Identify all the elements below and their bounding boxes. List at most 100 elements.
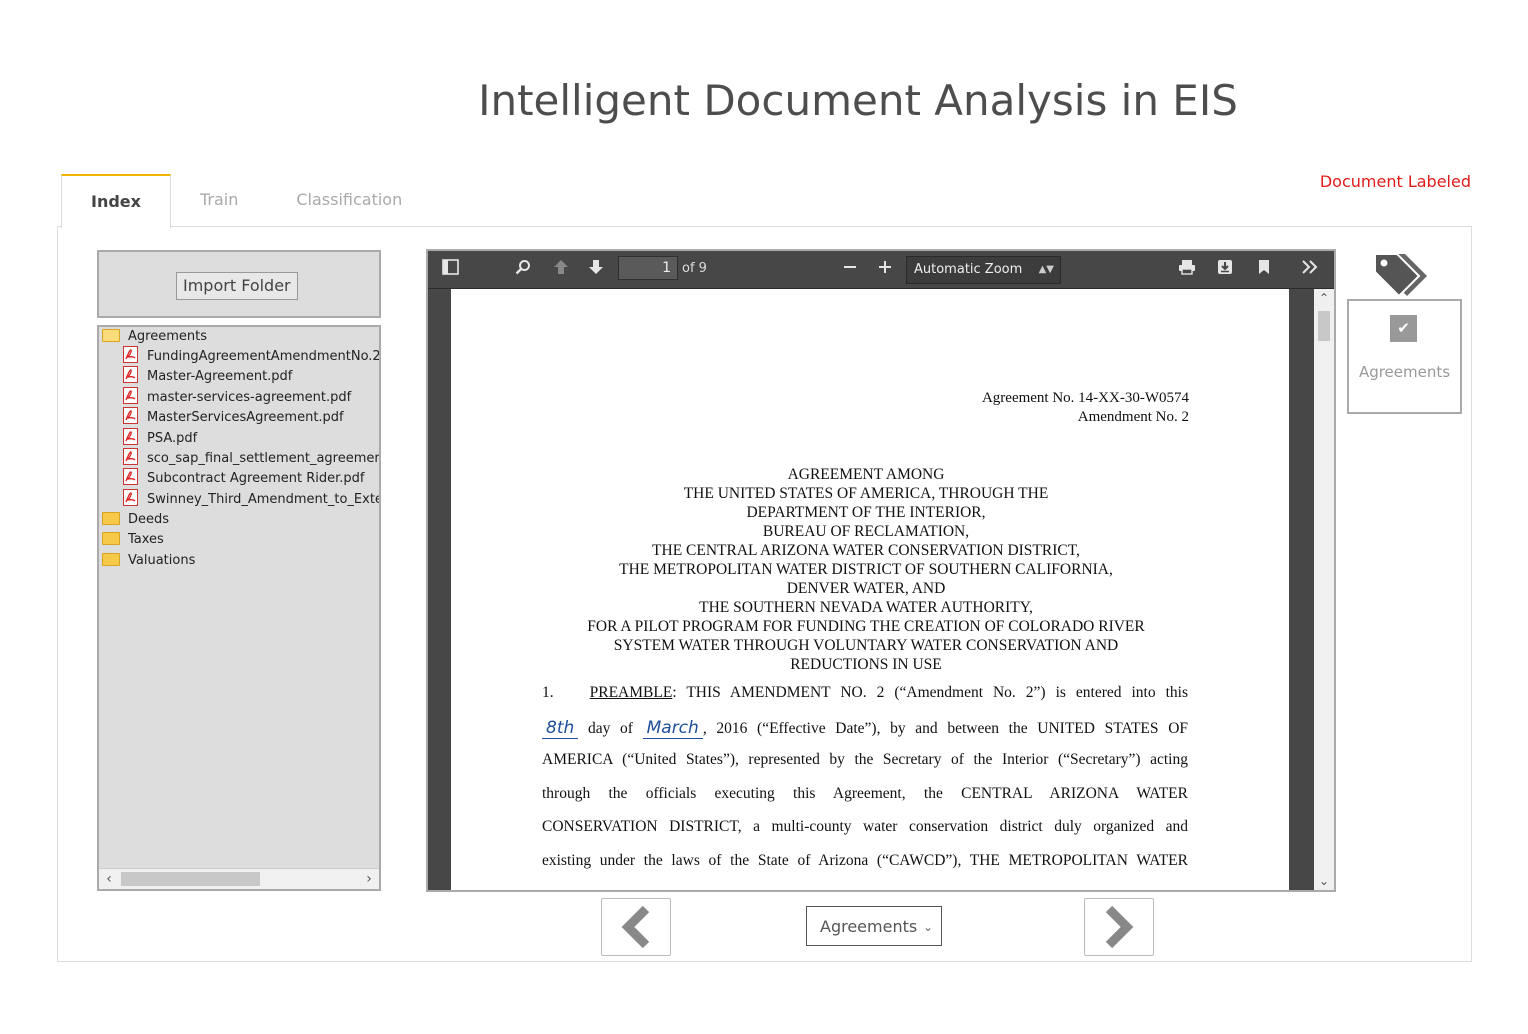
tree-file[interactable]: master-services-agreement.pdf: [123, 387, 352, 408]
folder-tree[interactable]: Agreements FundingAgreementAmendmentNo.2…: [97, 325, 381, 891]
folder-icon: [102, 512, 120, 525]
import-panel: Import Folder: [97, 250, 381, 318]
title-line: AGREEMENT AMONG: [787, 466, 945, 483]
bookmark-icon[interactable]: [1253, 259, 1275, 280]
body-line: 1. PREAMBLE: THIS AMENDMENT NO. 2 (“Amend…: [542, 684, 1188, 718]
folder-icon: [102, 532, 120, 545]
tools-menu-icon[interactable]: [1299, 259, 1321, 279]
tree-folder-agreements[interactable]: Agreements: [102, 327, 207, 347]
next-document-button[interactable]: [1084, 898, 1154, 956]
document-body: 1. PREAMBLE: THIS AMENDMENT NO. 2 (“Amend…: [542, 684, 1188, 885]
pdf-icon: [123, 428, 138, 445]
document-page: Agreement No. 14-XX-30-W0574 Amendment N…: [451, 289, 1289, 890]
folder-icon: [102, 553, 120, 566]
tree-file[interactable]: Subcontract Agreement Rider.pdf: [123, 468, 365, 489]
tree-file[interactable]: Swinney_Third_Amendment_to_Exte: [123, 489, 381, 510]
pdf-icon: [123, 468, 138, 485]
title-line: THE CENTRAL ARIZONA WATER CONSERVATION D…: [652, 542, 1080, 559]
tree-file[interactable]: FundingAgreementAmendmentNo.2-(: [123, 346, 381, 367]
next-page-icon[interactable]: [585, 259, 607, 280]
tree-file[interactable]: sco_sap_final_settlement_agreemer: [123, 448, 380, 469]
title-line: FOR A PILOT PROGRAM FOR FUNDING THE CREA…: [587, 618, 1145, 635]
title-line: BUREAU OF RECLAMATION,: [762, 523, 970, 540]
chevron-left-icon: [621, 905, 650, 949]
body-line: 8th day of March, 2016 (“Effective Date”…: [542, 717, 1189, 752]
tree-file-label: Swinney_Third_Amendment_to_Exte: [147, 492, 381, 507]
select-arrows-icon: ▲▼: [1038, 264, 1054, 275]
label-card-agreements[interactable]: ✔ Agreements: [1347, 299, 1462, 414]
print-icon[interactable]: [1176, 259, 1198, 280]
tree-file-label: master-services-agreement.pdf: [147, 390, 352, 405]
tree-file[interactable]: Master-Agreement.pdf: [123, 366, 293, 387]
previous-document-button[interactable]: [601, 898, 671, 956]
pdf-icon: [123, 448, 138, 465]
scrollbar-thumb[interactable]: [1318, 311, 1330, 341]
tree-file-label: FundingAgreementAmendmentNo.2-(: [147, 349, 381, 364]
title-line: REDUCTIONS IN USE: [790, 656, 942, 673]
page-title: Intelligent Document Analysis in EIS: [478, 76, 1238, 125]
scrollbar-thumb[interactable]: [121, 872, 260, 886]
previous-page-icon[interactable]: [550, 259, 572, 280]
title-line: THE SOUTHERN NEVADA WATER AUTHORITY,: [699, 599, 1033, 616]
handwritten-month: March: [642, 717, 703, 739]
zoom-in-icon[interactable]: [874, 259, 896, 279]
tree-file-label: Subcontract Agreement Rider.pdf: [147, 471, 365, 486]
chevron-right-icon: [1105, 905, 1134, 949]
chevron-down-icon: ⌄: [922, 920, 933, 934]
pdf-icon: [123, 407, 138, 424]
page-count-label: of 9: [682, 261, 707, 276]
tree-folder-valuations[interactable]: Valuations: [102, 551, 195, 571]
body-line: CONSERVATION DISTRICT, a multi-county wa…: [542, 818, 1188, 835]
sidebar-toggle-icon[interactable]: [439, 259, 461, 280]
tree-folder-label: Deeds: [128, 512, 170, 527]
title-line: SYSTEM WATER THROUGH VOLUNTARY WATER CON…: [613, 637, 1119, 654]
body-text: day of: [587, 719, 633, 737]
title-line: THE METROPOLITAN WATER DISTRICT OF SOUTH…: [619, 561, 1113, 578]
agreement-number: Agreement No. 14-XX-30-W0574: [981, 390, 1189, 406]
checkmark-icon[interactable]: ✔: [1390, 315, 1417, 342]
page-number-input[interactable]: 1: [618, 256, 678, 280]
zoom-out-icon[interactable]: [839, 259, 861, 279]
tree-folder-label: Valuations: [128, 553, 196, 568]
handwritten-day: 8th: [542, 717, 579, 739]
scroll-left-icon[interactable]: ‹: [99, 869, 119, 889]
tab-classification[interactable]: Classification: [267, 174, 431, 226]
scroll-right-icon[interactable]: ›: [359, 869, 379, 889]
pdf-icon: [123, 387, 138, 404]
scroll-down-icon[interactable]: ⌄: [1314, 872, 1334, 890]
pdf-icon: [123, 346, 138, 363]
search-icon[interactable]: [512, 259, 534, 280]
tree-folder-deeds[interactable]: Deeds: [102, 510, 169, 530]
pdf-toolbar: 1 of 9 Automatic Zoom ▲▼: [428, 251, 1334, 289]
amendment-number: Amendment No. 2: [1077, 409, 1189, 425]
zoom-select[interactable]: Automatic Zoom ▲▼: [906, 256, 1061, 284]
title-line: DEPARTMENT OF THE INTERIOR,: [746, 504, 986, 521]
status-document-labeled: Document Labeled: [1319, 172, 1471, 191]
tree-file[interactable]: PSA.pdf: [123, 428, 197, 449]
pdf-viewer: 1 of 9 Automatic Zoom ▲▼ Agreement No. 1…: [426, 249, 1336, 892]
tab-bar: Index Train Classification: [61, 174, 431, 229]
tree-horizontal-scrollbar[interactable]: ‹ ›: [99, 868, 379, 889]
tab-index[interactable]: Index: [61, 174, 171, 229]
tab-train[interactable]: Train: [171, 174, 267, 226]
body-text: , 2016 (“Effective Date”), by and betwee…: [702, 719, 1189, 737]
document-vertical-scrollbar[interactable]: ⌃ ⌄: [1314, 289, 1334, 890]
document-title: AGREEMENT AMONG THE UNITED STATES OF AME…: [451, 465, 1281, 674]
tree-folder-taxes[interactable]: Taxes: [102, 530, 164, 550]
body-line: existing under the laws of the State of …: [542, 851, 1188, 869]
folder-open-icon: [102, 329, 120, 342]
tree-file-label: sco_sap_final_settlement_agreemer: [147, 451, 380, 466]
body-line: AMERICA (“United States”), represented b…: [542, 751, 1188, 768]
title-line: DENVER WATER, AND: [786, 580, 946, 597]
download-icon[interactable]: [1214, 259, 1236, 280]
tree-folder-label: Agreements: [128, 329, 207, 344]
import-folder-button[interactable]: Import Folder: [176, 272, 298, 300]
paragraph-number: 1.: [542, 684, 554, 701]
tree-file[interactable]: MasterServicesAgreement.pdf: [123, 407, 344, 428]
classification-select[interactable]: Agreements ⌄: [806, 906, 942, 946]
agreement-number-block: Agreement No. 14-XX-30-W0574 Amendment N…: [982, 389, 1189, 427]
paragraph-heading: PREAMBLE: [589, 684, 673, 701]
label-card-text: Agreements: [1358, 363, 1451, 381]
tree-file-label: Master-Agreement.pdf: [147, 369, 293, 384]
scroll-up-icon[interactable]: ⌃: [1314, 289, 1334, 307]
